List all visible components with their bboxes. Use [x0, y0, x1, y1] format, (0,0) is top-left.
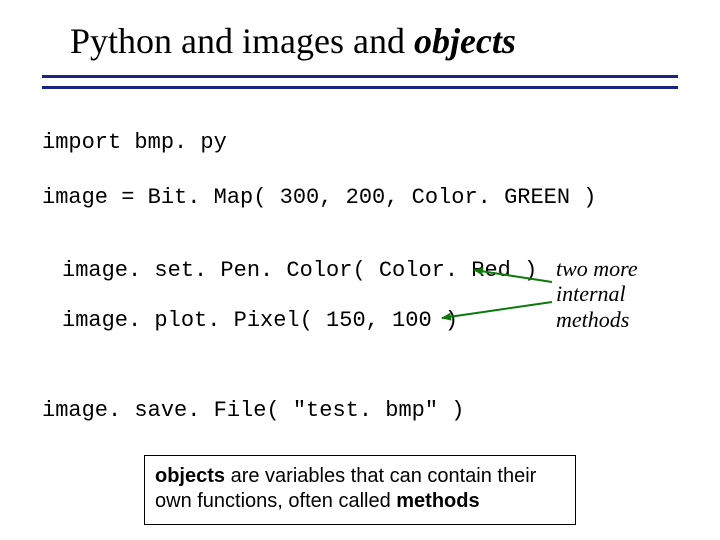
annotation-line3: methods	[556, 307, 629, 332]
title-rule-1	[42, 75, 678, 78]
title-rule-2	[42, 86, 678, 89]
code-line-import: import bmp. py	[42, 130, 227, 155]
footer-bold-methods: methods	[396, 490, 479, 512]
slide: Python and images and objects import bmp…	[0, 0, 720, 540]
annotation-line1: two more	[556, 256, 638, 281]
code-line-bitmap: image = Bit. Map( 300, 200, Color. GREEN…	[42, 185, 597, 210]
code-line-setpen: image. set. Pen. Color( Color. Red )	[62, 258, 537, 283]
footer-bold-objects: objects	[155, 465, 225, 487]
annotation-two-more-methods: two more internal methods	[556, 256, 638, 332]
code-line-save: image. save. File( "test. bmp" )	[42, 398, 464, 423]
title-text-part1: Python and images and	[70, 21, 414, 61]
footer-definition-box: objects are variables that can contain t…	[144, 455, 576, 525]
title-text-emphasis: objects	[414, 21, 516, 61]
slide-title: Python and images and objects	[70, 20, 516, 62]
code-line-plot: image. plot. Pixel( 150, 100 )	[62, 308, 458, 333]
annotation-line2: internal	[556, 281, 626, 306]
